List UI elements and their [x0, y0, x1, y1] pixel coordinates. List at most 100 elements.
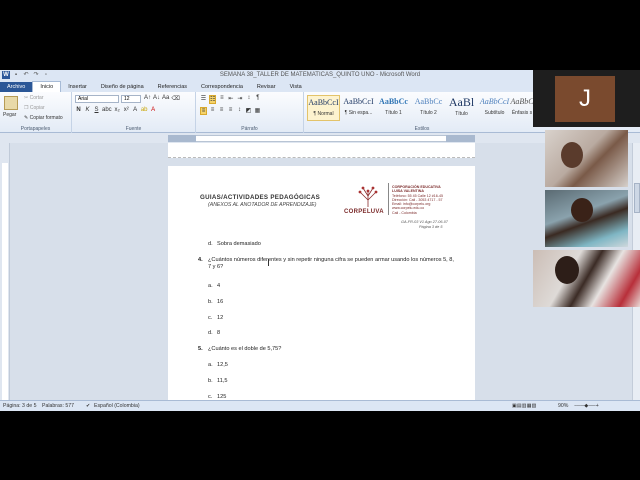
ruler-left-margin[interactable] — [168, 135, 196, 142]
styles-group: AaBbCcI ¶ Normal AaBbCcI ¶ Sin espa... A… — [304, 92, 540, 133]
sort-icon[interactable]: ↕ — [245, 95, 252, 104]
tab-insertar[interactable]: Insertar — [61, 82, 94, 92]
justify-icon[interactable]: ≡ — [227, 107, 234, 115]
align-left-icon[interactable]: ≡ — [200, 107, 207, 115]
font-group-label: Fuente — [125, 126, 142, 132]
participant-face — [555, 256, 579, 284]
option-3d: d. Sobra demasiado — [208, 241, 261, 247]
option-text: 12,5 — [217, 362, 228, 368]
increase-indent-icon[interactable]: ⇥ — [236, 95, 243, 104]
strikethrough-icon[interactable]: abc — [102, 107, 112, 113]
style-subtitulo[interactable]: AaBbCcI Subtítulo — [478, 95, 511, 121]
tab-revisar[interactable]: Revisar — [250, 82, 283, 92]
font-color-icon[interactable]: A — [150, 107, 157, 113]
paste-button[interactable]: Pegar — [3, 112, 16, 118]
vertical-ruler-track — [2, 163, 8, 400]
format-painter-button[interactable]: ✎ Copiar formato — [24, 115, 63, 121]
list-controls: ☰ ☷ ≡ ⇤ ⇥ ↕ ¶ — [200, 95, 261, 104]
cut-button[interactable]: ✂ Cortar — [24, 95, 44, 101]
font-name-select[interactable]: Arial — [75, 95, 119, 103]
tab-correspondencia[interactable]: Correspondencia — [194, 82, 250, 92]
decrease-indent-icon[interactable]: ⇤ — [227, 95, 234, 104]
video-call-panel: J — [533, 70, 640, 310]
show-marks-icon[interactable]: ¶ — [254, 95, 261, 104]
option-4d: d. 8 — [208, 330, 220, 336]
participant-video-1[interactable] — [545, 130, 628, 187]
style-sample: AaBbCcI — [308, 98, 339, 107]
avatar: J — [555, 76, 615, 122]
option-4c: c. 12 — [208, 315, 223, 321]
style-sample: AaBbCc — [414, 97, 443, 106]
vertical-ruler — [0, 143, 10, 400]
borders-icon[interactable]: ▦ — [254, 107, 261, 115]
style-titulo-1[interactable]: AaBbCc Título 1 — [377, 95, 410, 121]
underline-icon[interactable]: S — [93, 107, 100, 113]
spellcheck-icon[interactable]: ✔ — [86, 403, 90, 409]
status-bar: Página: 3 de 5 Palabras: 577 ✔ Español (… — [0, 400, 640, 411]
highlight-icon[interactable]: ab — [141, 107, 148, 113]
question-5-number: 5. — [198, 346, 203, 352]
status-words[interactable]: Palabras: 577 — [42, 403, 74, 409]
option-text: Sobra demasiado — [217, 241, 261, 247]
participant-video-2[interactable] — [545, 190, 628, 247]
text-cursor — [268, 259, 271, 266]
italic-icon[interactable]: K — [84, 107, 91, 113]
status-language[interactable]: Español (Colombia) — [94, 403, 140, 409]
page-number-label: Página 3 de 5 — [419, 224, 443, 229]
clear-format-icon[interactable]: ⌫ — [171, 95, 179, 102]
option-text: 12 — [217, 315, 224, 321]
copy-label: Copiar — [29, 105, 45, 111]
style-sample: AaBbCc — [379, 97, 408, 106]
option-letter: b. — [208, 378, 213, 384]
option-text: 8 — [217, 330, 221, 336]
option-letter: c. — [208, 315, 213, 321]
style-name: Título 2 — [420, 110, 437, 116]
participant-video-3[interactable] — [533, 250, 640, 307]
tab-archivo[interactable]: Archivo — [0, 82, 33, 92]
align-right-icon[interactable]: ≡ — [218, 107, 225, 115]
status-zoom[interactable]: 90% — [558, 403, 568, 409]
tab-vista[interactable]: Vista — [283, 82, 309, 92]
change-case-icon[interactable]: Aa — [162, 95, 169, 102]
superscript-icon[interactable]: x² — [123, 107, 130, 113]
font-group: Arial 12 A↑ A↓ Aa ⌫ N K S abc x₂ x² A ab… — [72, 92, 196, 133]
bullets-icon[interactable]: ☰ — [200, 95, 207, 104]
bold-icon[interactable]: N — [75, 107, 82, 113]
option-letter: a. — [208, 283, 213, 289]
shrink-font-icon[interactable]: A↓ — [153, 95, 160, 102]
style-sin-espaciado[interactable]: AaBbCcI ¶ Sin espa... — [342, 95, 375, 121]
ruler-right-margin[interactable] — [446, 135, 475, 142]
participant-face — [561, 142, 583, 168]
zoom-slider[interactable]: −──◆──+ — [574, 403, 599, 409]
multilevel-list-icon[interactable]: ≡ — [218, 95, 225, 104]
participant-tile-avatar[interactable]: J — [533, 70, 640, 127]
align-center-icon[interactable]: ≡ — [209, 107, 216, 115]
style-normal[interactable]: AaBbCcI ¶ Normal — [307, 95, 340, 121]
paste-icon[interactable] — [4, 96, 18, 110]
style-titulo-2[interactable]: AaBbCc Título 2 — [412, 95, 445, 121]
participant-face — [571, 198, 593, 222]
status-page[interactable]: Página: 3 de 5 — [3, 403, 36, 409]
tab-diseno-pagina[interactable]: Diseño de página — [94, 82, 151, 92]
logo-separator — [388, 183, 389, 215]
grow-font-icon[interactable]: A↑ — [144, 95, 151, 102]
subscript-icon[interactable]: x₂ — [114, 107, 121, 113]
font-size-select[interactable]: 12 — [121, 95, 141, 103]
tab-inicio[interactable]: Inicio — [32, 81, 62, 92]
text-effects-icon[interactable]: A — [132, 107, 139, 113]
question-4-text: ¿Cuántos números diferentes y sin repeti… — [208, 257, 454, 270]
view-modes-icon[interactable]: ▣▤▥▦▧ — [512, 403, 537, 409]
copy-button[interactable]: ❐ Copiar — [24, 105, 45, 111]
document-page[interactable]: GUIAS/ACTIVIDADES PEDAGÓGICAS (ANEXOS AL… — [168, 166, 475, 400]
line-spacing-icon[interactable]: ↕ — [236, 107, 243, 115]
shading-icon[interactable]: ◩ — [245, 107, 252, 115]
style-sample: AaBbC — [510, 97, 534, 106]
style-titulo[interactable]: AaBl Título — [445, 95, 478, 121]
numbering-icon[interactable]: ☷ — [209, 95, 217, 104]
style-enfasis[interactable]: AaBbC Énfasis s — [509, 95, 535, 121]
corpeluva-logo-icon — [358, 186, 378, 207]
alignment-controls: ≡ ≡ ≡ ≡ ↕ ◩ ▦ — [200, 107, 261, 115]
style-name: Énfasis s — [511, 110, 533, 116]
style-name: Título 1 — [385, 110, 402, 116]
tab-referencias[interactable]: Referencias — [151, 82, 194, 92]
